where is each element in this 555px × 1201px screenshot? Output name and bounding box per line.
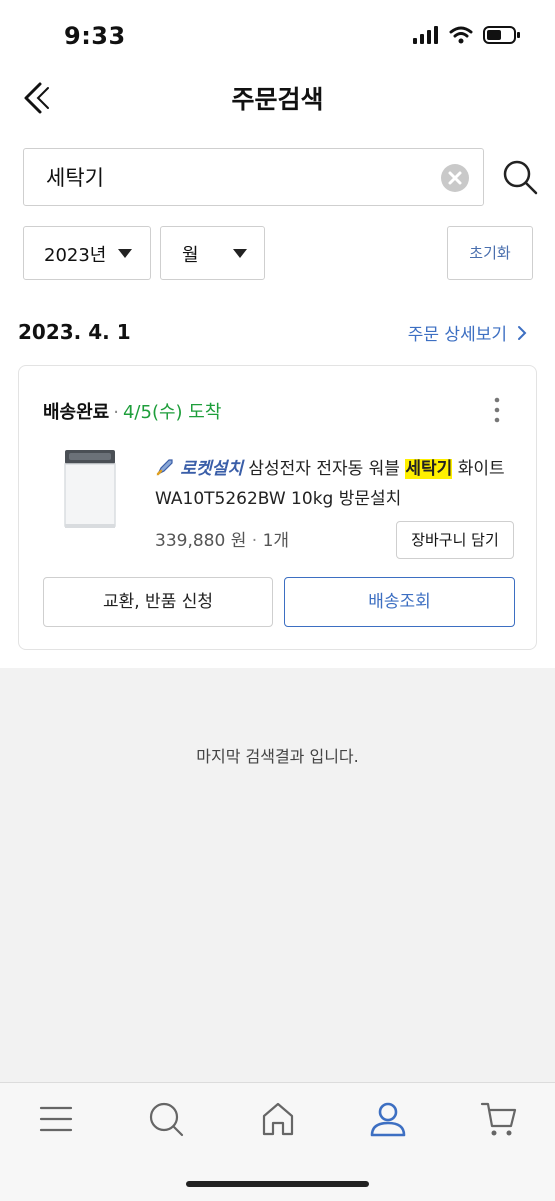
reset-button[interactable]: 초기화 [447, 226, 533, 280]
search-icon[interactable] [500, 157, 540, 197]
product-name-prefix: 삼성전자 전자동 워블 [248, 459, 400, 479]
search-box[interactable] [23, 148, 484, 206]
more-icon[interactable] [492, 396, 502, 424]
status-time: 9:33 [64, 22, 126, 50]
order-detail-label: 주문 상세보기 [407, 325, 507, 345]
status-separator: · [113, 402, 119, 423]
home-icon[interactable] [258, 1099, 298, 1139]
product-quantity: 1개 [262, 531, 290, 551]
menu-icon[interactable] [36, 1099, 76, 1139]
battery-icon [483, 26, 520, 44]
delivery-status: 배송완료 · 4/5(수) 도착 [43, 398, 221, 424]
rocket-icon [156, 459, 173, 476]
product-image[interactable] [59, 448, 121, 530]
clear-icon[interactable] [441, 164, 469, 192]
price-line: 339,880 원 · 1개 [155, 531, 290, 551]
month-select-label: 월 [182, 245, 199, 266]
return-exchange-button[interactable]: 교환, 반품 신청 [43, 577, 273, 627]
signal-icon [413, 26, 438, 44]
year-select-label: 2023년 [44, 245, 107, 266]
search-input[interactable] [46, 163, 426, 191]
chevron-down-icon [118, 249, 132, 258]
order-detail-link[interactable]: 주문 상세보기 [408, 320, 527, 345]
arrival-date: 4/5(수) 도착 [122, 402, 222, 423]
search-icon[interactable] [146, 1099, 186, 1139]
chevron-down-icon [233, 249, 247, 258]
product-name-highlight: 세탁기 [405, 459, 453, 479]
cart-icon[interactable] [479, 1099, 519, 1139]
add-to-cart-button[interactable]: 장바구니 담기 [396, 521, 514, 559]
month-select[interactable]: 월 [160, 226, 265, 280]
chevron-right-icon [518, 325, 527, 340]
order-date: 2023. 4. 1 [18, 320, 131, 344]
wifi-icon [449, 26, 473, 44]
page-title: 주문검색 [231, 85, 324, 114]
product-name[interactable]: 로켓설치 삼성전자 전자동 워블 세탁기 화이트 WA10T5262BW 10k… [155, 454, 525, 514]
year-select[interactable]: 2023년 [23, 226, 151, 280]
product-price: 339,880 원 [155, 531, 247, 551]
status-icons [413, 26, 521, 44]
profile-icon[interactable] [368, 1099, 408, 1139]
status-label: 배송완료 [43, 402, 110, 423]
rocket-install-badge: 로켓설치 [180, 459, 243, 479]
home-indicator [186, 1181, 369, 1187]
track-delivery-button[interactable]: 배송조회 [284, 577, 515, 627]
end-of-results-message: 마지막 검색결과 입니다. [196, 747, 359, 766]
order-card: 배송완료 · 4/5(수) 도착 로켓설치 삼성전자 전자동 워블 세탁기 화이트 … [18, 365, 537, 650]
